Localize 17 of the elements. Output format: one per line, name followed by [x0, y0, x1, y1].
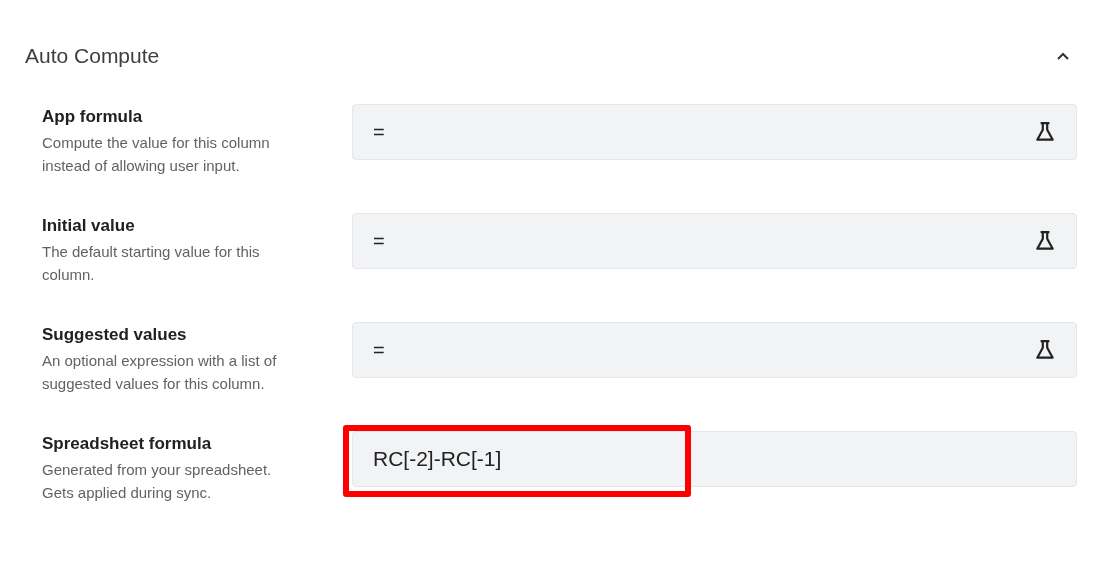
field-label: Initial value [42, 216, 136, 236]
section-title: Auto Compute [25, 44, 160, 68]
field-label: Spreadsheet formula [42, 434, 213, 454]
field-label: App formula [42, 107, 144, 127]
field-description: The default starting value for this column. [42, 242, 261, 285]
flask-icon[interactable] [1034, 339, 1056, 361]
field-description: Compute the value for this column instead of allowing user input. [42, 133, 271, 176]
field-label: Suggested values [42, 325, 188, 345]
flask-icon[interactable] [1034, 230, 1056, 252]
formula-field[interactable]: = [352, 213, 1077, 269]
formula-field[interactable]: = [352, 322, 1077, 378]
flask-icon[interactable] [1034, 121, 1056, 143]
formula-field[interactable]: RC[-2]-RC[-1] [352, 431, 1077, 487]
field-description: An optional expression with a list of suggested values for this column. [42, 351, 278, 394]
collapse-chevron-icon[interactable] [1057, 52, 1069, 60]
formula-field[interactable]: = [352, 104, 1077, 160]
field-description: Generated from your spreadsheet. Gets applied during sync. [42, 460, 273, 503]
